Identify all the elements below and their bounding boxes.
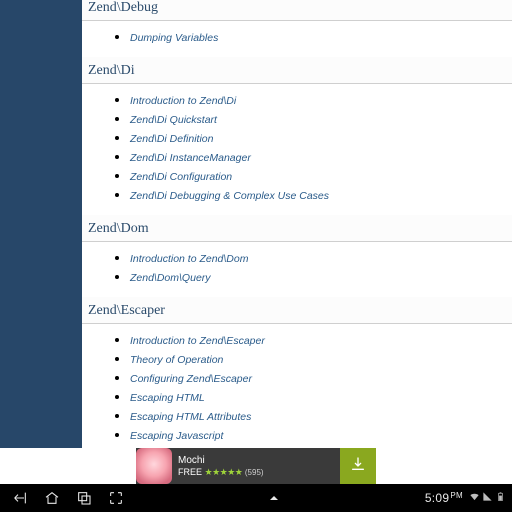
doc-link[interactable]: Escaping HTML Attributes (130, 411, 251, 423)
doc-link[interactable]: Zend\Dom\Query (130, 272, 211, 284)
battery-icon (495, 491, 506, 505)
nav-left (0, 490, 124, 506)
list-item: Zend\Di Debugging & Complex Use Cases (130, 186, 512, 204)
clock: 5:09PM (425, 491, 463, 505)
link-list: Introduction to Zend\Di Zend\Di Quickstar… (130, 91, 512, 204)
doc-link[interactable]: Introduction to Zend\Escaper (130, 335, 265, 347)
wifi-icon (469, 491, 480, 505)
list-item: Zend\Di Configuration (130, 167, 512, 185)
ad-app-icon (136, 448, 172, 484)
screenshot-icon[interactable] (108, 490, 124, 506)
ad-banner[interactable]: Mochi FREE ★★★★★ (595) (136, 448, 376, 484)
list-item: Escaping Cascading Style Sheets (130, 445, 512, 448)
section-body: Introduction to Zend\Dom Zend\Dom\Query (82, 242, 512, 297)
doc-link[interactable]: Zend\Di Debugging & Complex Use Cases (130, 190, 329, 202)
ad-text: Mochi FREE ★★★★★ (595) (172, 448, 340, 484)
doc-link[interactable]: Introduction to Zend\Di (130, 95, 236, 107)
doc-link[interactable]: Escaping Javascript (130, 430, 223, 442)
list-item: Theory of Operation (130, 350, 512, 368)
doc-link[interactable]: Zend\Di Definition (130, 133, 213, 145)
section-header: Zend\Dom (82, 215, 512, 242)
expand-up-icon[interactable] (266, 490, 282, 506)
content-row: Zend\Debug Dumping Variables Zend\Di Introd… (0, 0, 512, 448)
list-item: Dumping Variables (130, 28, 512, 46)
system-navbar: 5:09PM (0, 484, 512, 512)
link-list: Introduction to Zend\Dom Zend\Dom\Query (130, 249, 512, 286)
doc-link[interactable]: Zend\Di InstanceManager (130, 152, 251, 164)
section-header: Zend\Escaper (82, 297, 512, 324)
clock-ampm: PM (450, 491, 463, 500)
status-icons (469, 491, 506, 505)
home-icon[interactable] (44, 490, 60, 506)
back-icon[interactable] (12, 490, 28, 506)
doc-link[interactable]: Zend\Di Configuration (130, 171, 232, 183)
clock-time: 5:09 (425, 491, 450, 505)
list-item: Configuring Zend\Escaper (130, 369, 512, 387)
list-item: Introduction to Zend\Escaper (130, 331, 512, 349)
ad-free-label: FREE (178, 467, 202, 477)
doc-link[interactable]: Introduction to Zend\Dom (130, 253, 248, 265)
section-body: Dumping Variables (82, 21, 512, 57)
ad-bar: Mochi FREE ★★★★★ (595) (0, 448, 512, 484)
link-list: Dumping Variables (130, 28, 512, 46)
doc-scroll: Zend\Debug Dumping Variables Zend\Di Introd… (82, 0, 512, 448)
list-item: Escaping HTML Attributes (130, 407, 512, 425)
doc-link[interactable]: Configuring Zend\Escaper (130, 373, 252, 385)
list-item: Escaping Javascript (130, 426, 512, 444)
list-item: Zend\Dom\Query (130, 268, 512, 286)
list-item: Zend\Di InstanceManager (130, 148, 512, 166)
sidebar (0, 0, 82, 448)
list-item: Zend\Di Quickstart (130, 110, 512, 128)
section-body: Introduction to Zend\Escaper Theory of Op… (82, 324, 512, 448)
list-item: Introduction to Zend\Dom (130, 249, 512, 267)
ad-rating-count: (595) (245, 468, 264, 477)
doc-link[interactable]: Dumping Variables (130, 32, 218, 44)
recent-apps-icon[interactable] (76, 490, 92, 506)
nav-center (124, 490, 425, 506)
link-list: Introduction to Zend\Escaper Theory of Op… (130, 331, 512, 448)
section-body: Introduction to Zend\Di Zend\Di Quickstar… (82, 84, 512, 215)
list-item: Escaping HTML (130, 388, 512, 406)
app-root: Zend\Debug Dumping Variables Zend\Di Introd… (0, 0, 512, 512)
doc-link[interactable]: Escaping HTML (130, 392, 205, 404)
signal-icon (482, 491, 493, 505)
nav-right: 5:09PM (425, 491, 512, 505)
doc-link[interactable]: Theory of Operation (130, 354, 223, 366)
ad-subline: FREE ★★★★★ (595) (178, 467, 340, 477)
list-item: Zend\Di Definition (130, 129, 512, 147)
download-button[interactable] (340, 448, 376, 484)
ad-stars: ★★★★★ (205, 467, 243, 477)
download-icon (350, 456, 366, 477)
section-header: Zend\Di (82, 57, 512, 84)
doc-link[interactable]: Zend\Di Quickstart (130, 114, 217, 126)
ad-title: Mochi (178, 455, 340, 467)
main-content[interactable]: Zend\Debug Dumping Variables Zend\Di Introd… (82, 0, 512, 448)
section-header: Zend\Debug (82, 0, 512, 21)
list-item: Introduction to Zend\Di (130, 91, 512, 109)
